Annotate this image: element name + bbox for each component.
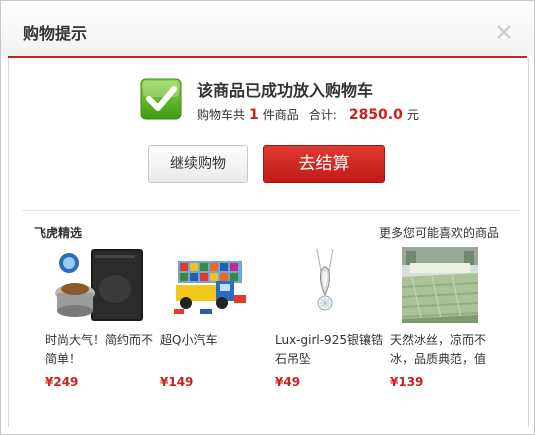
section-divider (22, 210, 521, 211)
checkmark-icon (140, 78, 182, 120)
currency-label: 元 (406, 108, 419, 122)
cart-summary: 购物车共 1 件商品 合计: 2850.0 元 (197, 106, 419, 123)
recommend-title: 飞虎精选 (34, 226, 83, 240)
product-price: ¥249 (45, 375, 79, 389)
cart-dialog: 购物提示 该商品已成功放入购物车 购物车共 1 件商品 合计: 2850.0 元 继续购物 (0, 0, 535, 435)
cart-count: 1 (249, 107, 259, 123)
product-card[interactable]: 时尚大气！简约而不简单！ ¥249 (45, 247, 155, 389)
product-name[interactable]: 天然冰丝，凉而不冰，品质典范，值 (390, 331, 498, 369)
product-name[interactable]: 超Q小汽车 (160, 331, 268, 350)
dialog-title: 购物提示 (23, 24, 88, 43)
product-price: ¥49 (275, 375, 301, 389)
close-icon[interactable] (495, 23, 513, 41)
total-label: 合计: (308, 108, 337, 122)
pendant-image[interactable] (287, 247, 363, 323)
dialog-header: 购物提示 (1, 1, 534, 56)
bedding-image[interactable] (401, 247, 479, 324)
induction-cooker-image[interactable] (55, 247, 143, 323)
cart-suffix: 件商品 (262, 108, 299, 122)
product-name[interactable]: 时尚大气！简约而不简单！ (45, 331, 153, 369)
continue-shopping-button[interactable]: 继续购物 (148, 145, 248, 183)
checkout-button[interactable]: 去结算 (263, 145, 385, 183)
success-message: 该商品已成功放入购物车 (197, 81, 374, 100)
cart-prefix: 购物车共 (197, 108, 246, 122)
product-price: ¥149 (160, 375, 194, 389)
more-recommendations-link[interactable]: 更多您可能喜欢的商品 (379, 224, 499, 241)
product-price: ¥139 (390, 375, 424, 389)
product-card[interactable]: 天然冰丝，凉而不冰，品质典范，值 ¥139 (390, 247, 500, 389)
product-card[interactable]: Lux-girl-925银镶锆石吊坠 ¥49 (275, 247, 385, 389)
total-value: 2850.0 (348, 107, 403, 123)
product-name[interactable]: Lux-girl-925银镶锆石吊坠 (275, 331, 383, 369)
product-card[interactable]: 超Q小汽车 ¥149 (160, 247, 270, 389)
toy-car-image[interactable] (172, 247, 248, 323)
